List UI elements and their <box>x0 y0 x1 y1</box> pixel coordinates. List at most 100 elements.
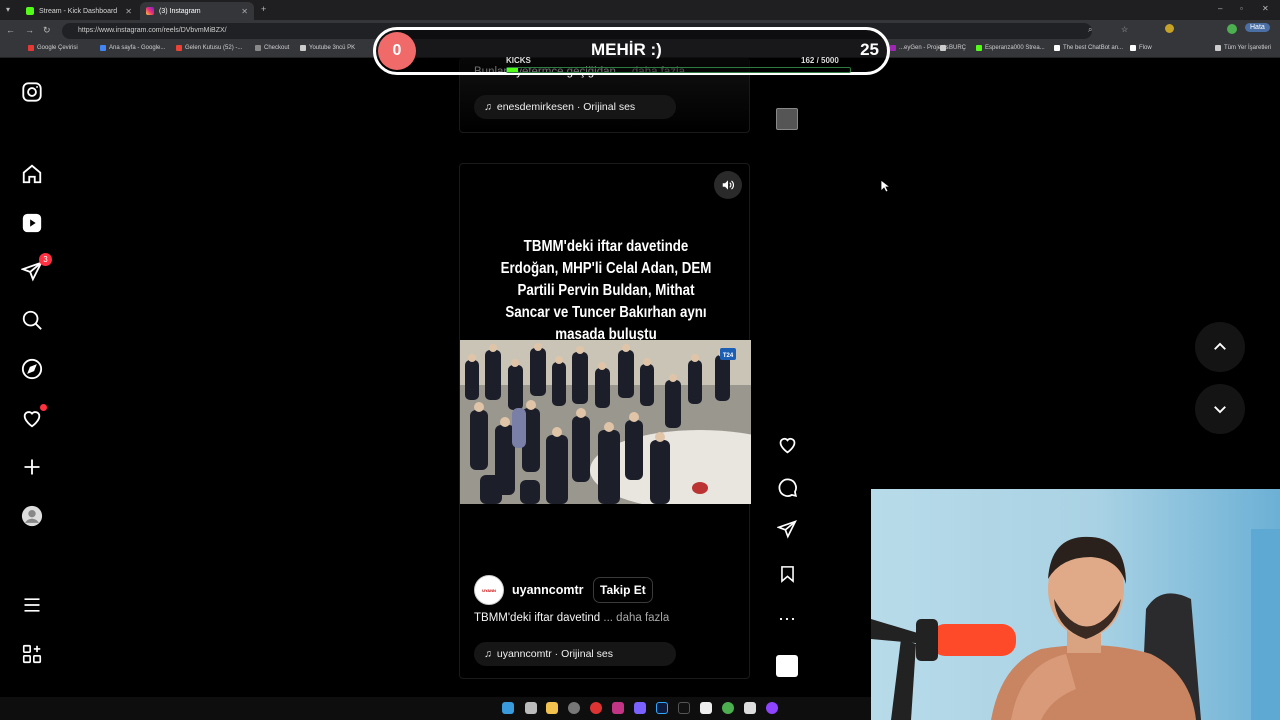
profile-avatar-icon[interactable] <box>20 504 44 528</box>
notification-badge: 3 <box>39 253 52 266</box>
bookmark-item[interactable]: The best ChatBot an... <box>1054 45 1123 51</box>
kick-favicon-icon <box>26 7 34 15</box>
photoshop-icon[interactable] <box>656 702 668 714</box>
tab-kick-dashboard[interactable]: Stream - Kick Dashboard ✕ <box>20 2 138 20</box>
bookmark-item[interactable]: Google Çevirisi <box>28 45 78 51</box>
bookmark-item[interactable]: Gelen Kutusu (52) -... <box>176 45 242 51</box>
capcut-icon[interactable] <box>700 702 712 714</box>
save-bookmark-icon[interactable] <box>776 563 798 585</box>
reload-icon[interactable]: ↻ <box>43 25 51 36</box>
stream-overlay: 0 MEHİR :) 25 KICKS 162 / 5000 <box>373 27 890 75</box>
bookmark-item[interactable]: Checkout <box>255 45 289 51</box>
url-text: https://www.instagram.com/reels/DVbvmMiB… <box>78 27 227 34</box>
account-avatar[interactable]: UYANN <box>474 575 504 605</box>
bookmark-item[interactable]: Ana sayfa - Google... <box>100 45 165 51</box>
close-tab-icon[interactable]: ✕ <box>241 7 248 16</box>
bookmark-folder-all[interactable]: Tüm Yer İşaretleri <box>1215 45 1271 51</box>
tab-menu-icon[interactable]: ▾ <box>6 5 10 14</box>
taskbar-app-icon[interactable] <box>634 702 646 714</box>
create-plus-icon[interactable] <box>20 455 44 479</box>
audio-pill[interactable]: ♫ enesdemirkesen · Orijinal ses <box>474 95 676 119</box>
kicks-progress-bar <box>506 67 851 73</box>
kicks-label: KICKS <box>506 56 531 65</box>
overlay-right-counter: 25 <box>860 40 879 59</box>
reel-card-current[interactable]: TBMM'deki iftar davetinde Erdoğan, MHP'l… <box>459 163 751 679</box>
streamer-webcam-image <box>871 529 1280 720</box>
instagram-logo-icon[interactable] <box>20 80 44 104</box>
close-window-icon[interactable]: ✕ <box>1262 4 1269 13</box>
next-reel-button[interactable] <box>1195 384 1245 434</box>
overlay-title: MEHİR :) <box>591 40 662 59</box>
chevron-up-icon <box>1214 342 1226 350</box>
back-icon[interactable]: ← <box>6 25 15 35</box>
photo-badge: T24 <box>723 353 734 359</box>
chevron-down-icon <box>1214 406 1226 414</box>
audio-label: enesdemirkesen · Orijinal ses <box>496 101 636 113</box>
music-note-icon: ♫ <box>484 101 492 113</box>
taskbar-app-icon[interactable] <box>744 702 756 714</box>
home-icon[interactable] <box>20 162 44 186</box>
crowd-scene-image: T24 <box>460 340 751 504</box>
taskbar-app-icon[interactable] <box>590 702 602 714</box>
account-username[interactable]: uyanncomtr <box>512 583 584 597</box>
instagram-app-icon[interactable] <box>612 702 624 714</box>
like-heart-icon[interactable] <box>776 433 798 455</box>
notifications-heart-icon[interactable] <box>20 404 47 430</box>
webcam-feed <box>871 489 1280 720</box>
avatar-logo-text: UYANN <box>482 587 496 593</box>
audio-pill[interactable]: ♫ uyanncomtr · Orijinal ses <box>474 642 676 666</box>
forward-icon[interactable]: → <box>25 25 34 35</box>
mouse-cursor-icon <box>880 179 890 193</box>
search-icon[interactable] <box>20 308 44 332</box>
music-note-icon: ♫ <box>484 648 492 660</box>
bookmark-folder[interactable]: BURÇ <box>940 45 966 51</box>
reels-icon[interactable] <box>20 211 44 235</box>
video-frame[interactable]: T24 <box>460 340 751 504</box>
bookmark-item[interactable]: Esperanza000 Strea... <box>976 45 1045 51</box>
tiktok-icon[interactable] <box>678 702 690 714</box>
notification-dot <box>40 404 47 411</box>
overlay-left-counter: 0 <box>378 32 416 70</box>
previous-reel-button[interactable] <box>1195 322 1245 372</box>
profile-avatar[interactable] <box>1227 24 1237 34</box>
file-explorer-icon[interactable] <box>546 702 558 714</box>
video-headline: TBMM'deki iftar davetinde Erdoğan, MHP'l… <box>500 238 712 343</box>
browser-tab-bar: ▾ Stream - Kick Dashboard ✕ (3) Instagra… <box>0 0 1280 20</box>
tab-instagram[interactable]: (3) Instagram ✕ <box>140 2 254 20</box>
reel-caption: TBMM'deki iftar davetind ... daha fazla <box>474 612 670 624</box>
audio-label: uyanncomtr · Orijinal ses <box>496 648 613 660</box>
extension-icon[interactable] <box>1165 24 1174 33</box>
task-view-icon[interactable] <box>525 702 537 714</box>
explore-icon[interactable] <box>20 357 44 381</box>
kicks-progress-fill <box>507 68 518 72</box>
more-link[interactable]: ... daha fazla <box>603 612 669 624</box>
bookmark-folder[interactable]: Youtube 3ncü PK <box>300 45 355 51</box>
more-apps-icon[interactable] <box>20 642 44 666</box>
zoom-icon[interactable]: ⌕ <box>1088 25 1092 35</box>
profile-name[interactable]: Hata <box>1245 23 1270 32</box>
windows-taskbar <box>0 697 871 720</box>
volume-icon[interactable] <box>714 171 742 199</box>
tab-title: (3) Instagram <box>159 7 201 15</box>
tab-title: Stream - Kick Dashboard <box>39 7 118 15</box>
follow-button[interactable]: Takip Et <box>593 577 653 603</box>
messages-icon[interactable]: 3 <box>20 253 52 283</box>
share-send-icon[interactable] <box>776 518 798 540</box>
taskbar-app-icon[interactable] <box>766 702 778 714</box>
kicks-count: 162 / 5000 <box>801 56 839 65</box>
start-menu-icon[interactable] <box>502 702 514 714</box>
new-tab-icon[interactable]: + <box>261 4 266 14</box>
instagram-favicon-icon <box>146 7 154 15</box>
maximize-icon[interactable]: ▫ <box>1240 4 1243 13</box>
minimize-icon[interactable]: – <box>1218 4 1222 13</box>
chrome-icon[interactable] <box>722 702 734 714</box>
menu-hamburger-icon[interactable] <box>20 593 44 617</box>
taskbar-app-icon[interactable] <box>568 702 580 714</box>
bookmark-item[interactable]: Flow <box>1130 45 1152 51</box>
close-tab-icon[interactable]: ✕ <box>125 7 132 16</box>
comment-icon[interactable] <box>776 476 798 498</box>
audio-thumbnail[interactable] <box>776 655 798 677</box>
bookmark-star-icon[interactable]: ☆ <box>1121 25 1128 34</box>
more-options-icon[interactable]: ⋯ <box>776 608 798 630</box>
audio-thumbnail[interactable] <box>776 108 798 130</box>
